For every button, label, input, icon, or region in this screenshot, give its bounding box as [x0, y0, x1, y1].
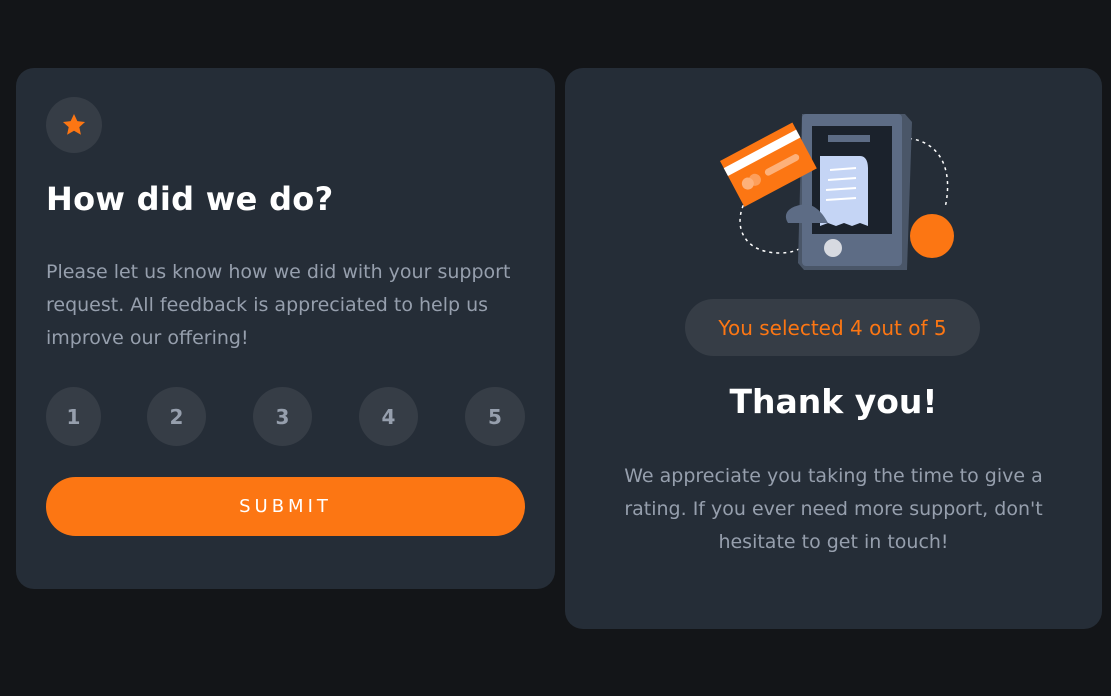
submit-button[interactable]: SUBMIT — [46, 477, 525, 536]
rating-option-3[interactable]: 3 — [253, 387, 312, 446]
rating-description: Please let us know how we did with your … — [46, 261, 511, 349]
rating-option-1[interactable]: 1 — [46, 387, 101, 446]
thank-you-description: We appreciate you taking the time to giv… — [624, 465, 1043, 553]
star-icon — [62, 113, 86, 135]
thank-you-title: Thank you! — [729, 382, 938, 421]
star-badge — [46, 97, 102, 153]
rating-title: How did we do? — [46, 180, 334, 218]
thank-you-card: You selected 4 out of 5 Thank you! We ap… — [565, 68, 1102, 629]
phone-payment-illustration — [720, 114, 954, 270]
selected-rating-badge: You selected 4 out of 5 — [685, 299, 980, 356]
rating-option-5[interactable]: 5 — [465, 387, 525, 446]
rating-option-4[interactable]: 4 — [359, 387, 418, 446]
rating-card: How did we do? Please let us know how we… — [16, 68, 555, 589]
rating-option-2[interactable]: 2 — [147, 387, 206, 446]
